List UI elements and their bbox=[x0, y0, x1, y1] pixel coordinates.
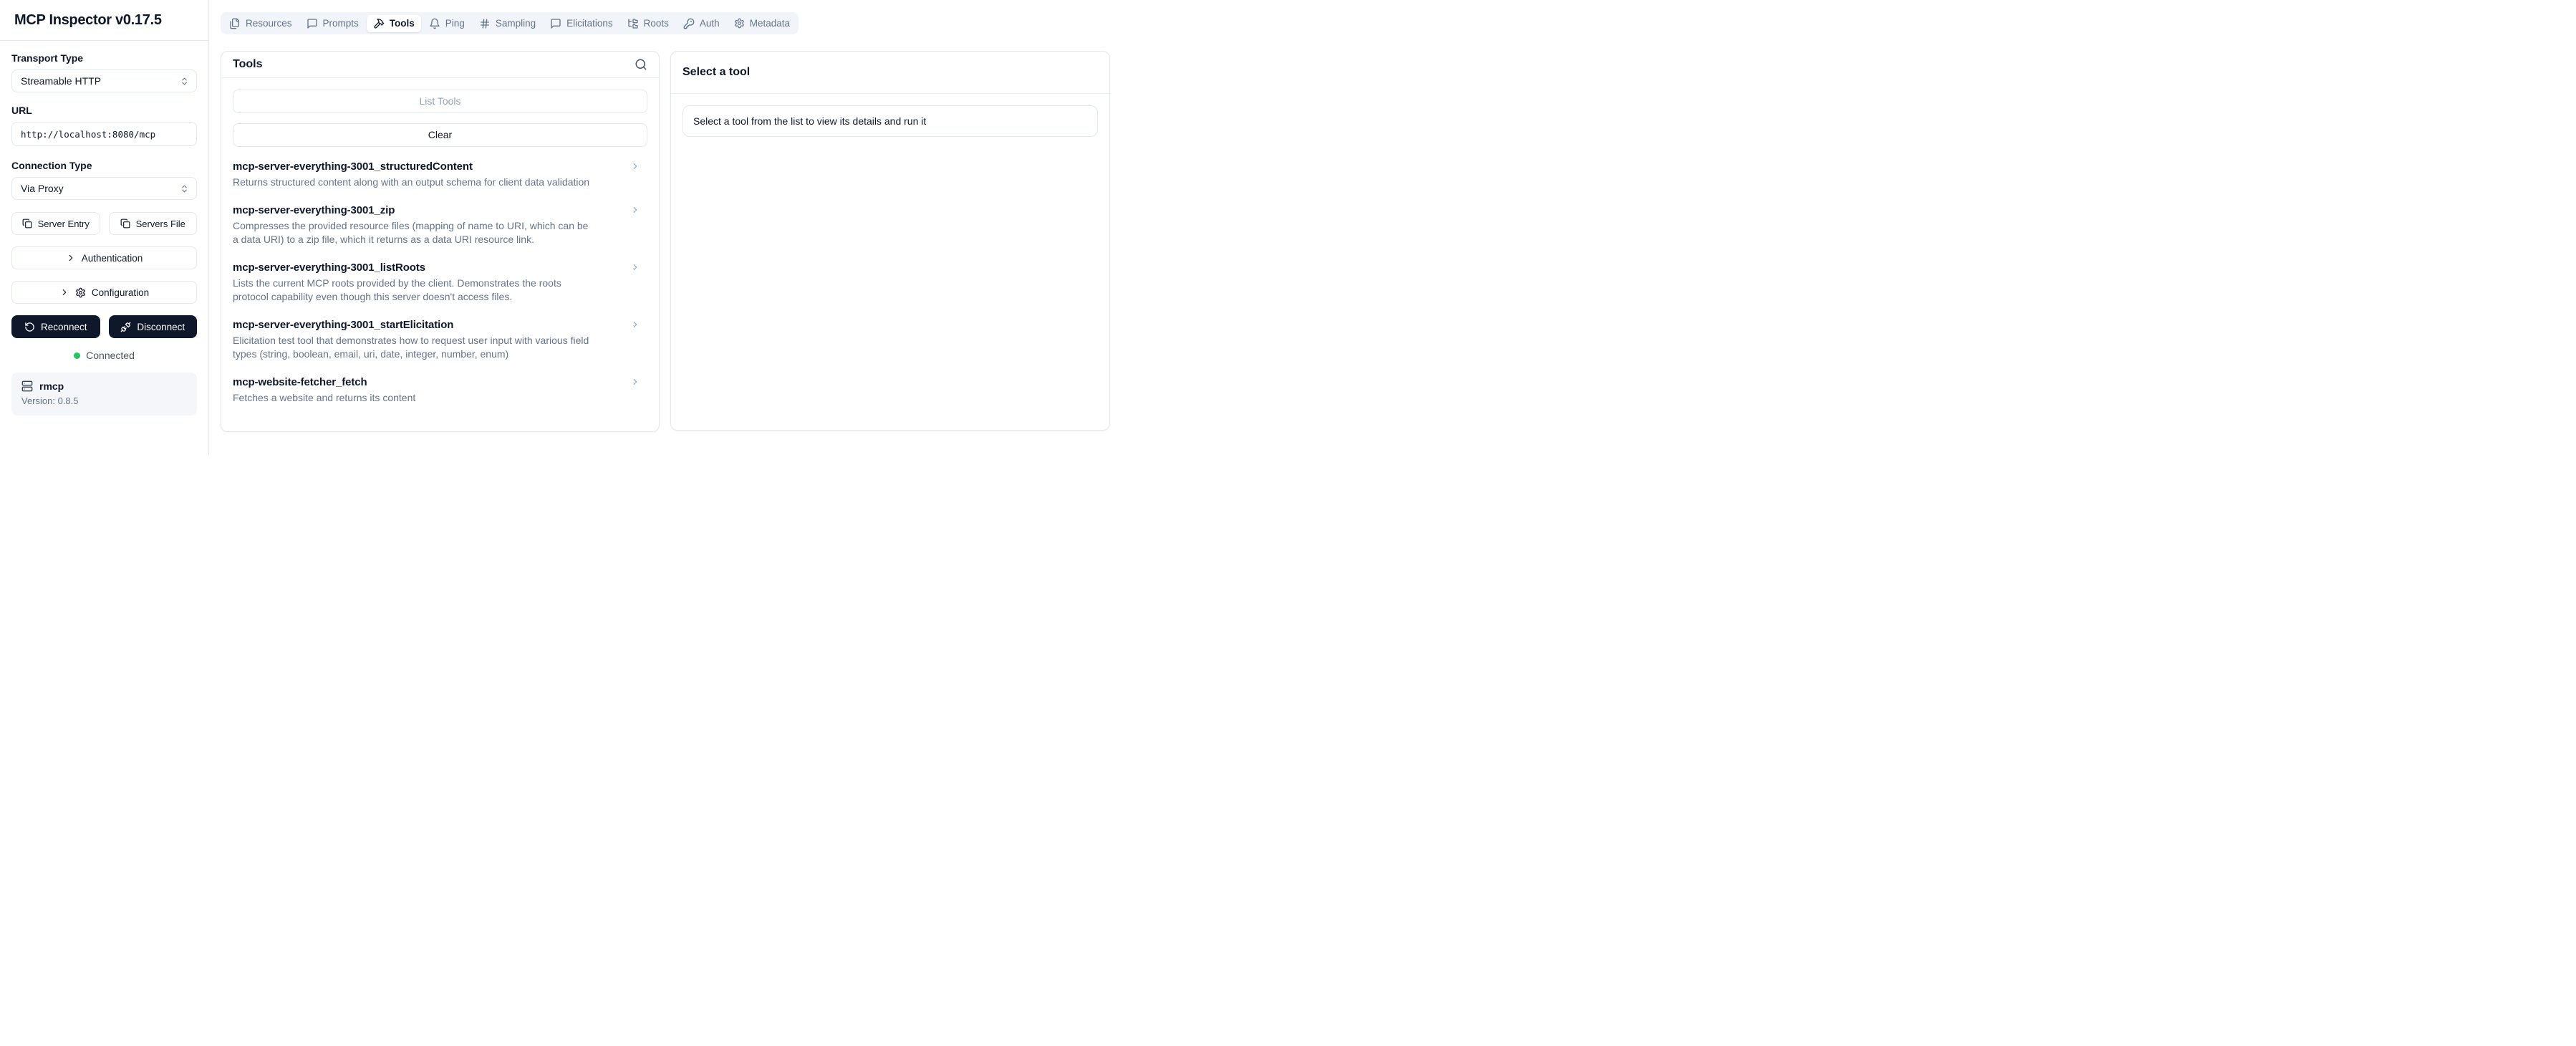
server-info-card: rmcp Version: 0.8.5 bbox=[11, 373, 197, 416]
chevron-right-icon bbox=[59, 287, 69, 297]
tool-detail-header: Select a tool bbox=[671, 52, 1109, 94]
unplug-icon bbox=[120, 322, 131, 332]
tool-name: mcp-server-everything-3001_listRoots bbox=[233, 262, 604, 274]
tool-list-item[interactable]: mcp-server-everything-3001_listRoots Lis… bbox=[233, 262, 647, 304]
key-icon bbox=[683, 18, 695, 29]
chevron-right-icon bbox=[630, 262, 640, 272]
status-dot bbox=[74, 352, 80, 359]
copy-icon bbox=[120, 219, 130, 229]
chevron-right-icon bbox=[66, 253, 76, 263]
connection-type-label: Connection Type bbox=[11, 160, 197, 171]
app-title: MCP Inspector v0.17.5 bbox=[14, 12, 162, 29]
authentication-toggle[interactable]: Authentication bbox=[11, 246, 197, 269]
chevron-right-icon bbox=[630, 377, 640, 387]
tool-detail-body: Select a tool from the list to view its … bbox=[671, 94, 1109, 148]
transport-type-select[interactable]: Streamable HTTP bbox=[11, 69, 197, 92]
tool-detail-title: Select a tool bbox=[682, 66, 750, 79]
connection-type-value: Via Proxy bbox=[21, 183, 64, 194]
url-label: URL bbox=[11, 105, 197, 116]
files-icon bbox=[229, 18, 241, 29]
tab-auth[interactable]: Auth bbox=[677, 15, 726, 32]
gear-icon bbox=[75, 287, 86, 298]
tool-name: mcp-server-everything-3001_zip bbox=[233, 204, 604, 216]
tab-elicitations[interactable]: Elicitations bbox=[544, 15, 619, 32]
clear-button[interactable]: Clear bbox=[233, 123, 647, 147]
tool-list-item[interactable]: mcp-server-everything-3001_structuredCon… bbox=[233, 160, 647, 189]
tabbar: Resources Prompts Tools Ping Sampling El… bbox=[221, 12, 799, 34]
tool-description: Lists the current MCP roots provided by … bbox=[233, 277, 595, 304]
authentication-label: Authentication bbox=[82, 253, 143, 264]
tab-prompts[interactable]: Prompts bbox=[300, 15, 365, 32]
tool-description: Returns structured content along with an… bbox=[233, 176, 595, 189]
copy-icon bbox=[22, 219, 32, 229]
tools-panel-title: Tools bbox=[233, 58, 262, 71]
tab-metadata[interactable]: Metadata bbox=[728, 15, 796, 32]
tools-panel-body: List Tools Clear mcp-server-everything-3… bbox=[221, 78, 659, 431]
servers-file-label: Servers File bbox=[136, 219, 185, 229]
tools-panel-header: Tools bbox=[221, 52, 659, 78]
sidebar-body: Transport Type Streamable HTTP URL Conne… bbox=[0, 41, 208, 416]
hammer-icon bbox=[373, 18, 385, 29]
main-content: Resources Prompts Tools Ping Sampling El… bbox=[209, 0, 1121, 455]
folder-tree-icon bbox=[627, 18, 639, 29]
server-config-buttons: Server Entry Servers File bbox=[11, 212, 197, 235]
rotate-ccw-icon bbox=[24, 322, 35, 332]
tool-description: Elicitation test tool that demonstrates … bbox=[233, 334, 595, 361]
hash-icon bbox=[479, 18, 491, 29]
tool-detail-placeholder: Select a tool from the list to view its … bbox=[682, 105, 1098, 137]
url-input[interactable] bbox=[11, 122, 197, 146]
app-root: MCP Inspector v0.17.5 Transport Type Str… bbox=[0, 0, 1121, 455]
tools-panel: Tools List Tools Clear mcp-server-everyt… bbox=[221, 51, 660, 432]
tool-name: mcp-server-everything-3001_startElicitat… bbox=[233, 319, 604, 331]
chevron-right-icon bbox=[630, 320, 640, 330]
gear-icon bbox=[734, 18, 745, 29]
tool-description: Compresses the provided resource files (… bbox=[233, 219, 595, 246]
server-icon bbox=[21, 380, 33, 392]
configuration-label: Configuration bbox=[92, 287, 149, 298]
tab-tools[interactable]: Tools bbox=[367, 15, 421, 32]
server-name: rmcp bbox=[39, 380, 64, 392]
connection-type-select[interactable]: Via Proxy bbox=[11, 177, 197, 200]
connection-status: Connected bbox=[11, 350, 197, 361]
list-tools-button[interactable]: List Tools bbox=[233, 90, 647, 113]
tool-detail-panel: Select a tool Select a tool from the lis… bbox=[670, 51, 1110, 431]
tool-list-item[interactable]: mcp-website-fetcher_fetch Fetches a webs… bbox=[233, 376, 647, 405]
chevron-right-icon bbox=[630, 205, 640, 215]
tool-list: mcp-server-everything-3001_structuredCon… bbox=[233, 160, 647, 405]
tab-resources[interactable]: Resources bbox=[223, 15, 299, 32]
disconnect-button[interactable]: Disconnect bbox=[109, 315, 198, 338]
server-version: Version: 0.8.5 bbox=[21, 395, 187, 406]
tab-sampling[interactable]: Sampling bbox=[473, 15, 542, 32]
transport-type-value: Streamable HTTP bbox=[21, 75, 101, 87]
sidebar-header: MCP Inspector v0.17.5 bbox=[0, 0, 208, 41]
tab-roots[interactable]: Roots bbox=[621, 15, 675, 32]
message-square-icon bbox=[307, 18, 318, 29]
chevron-right-icon bbox=[630, 161, 640, 171]
tool-name: mcp-website-fetcher_fetch bbox=[233, 376, 604, 388]
tool-list-item[interactable]: mcp-server-everything-3001_startElicitat… bbox=[233, 319, 647, 361]
transport-type-label: Transport Type bbox=[11, 52, 197, 64]
message-square-icon bbox=[550, 18, 561, 29]
tool-name: mcp-server-everything-3001_structuredCon… bbox=[233, 160, 604, 173]
servers-file-button[interactable]: Servers File bbox=[109, 212, 198, 235]
chevrons-up-down-icon bbox=[180, 77, 189, 86]
server-entry-label: Server Entry bbox=[38, 219, 90, 229]
tool-description: Fetches a website and returns its conten… bbox=[233, 391, 595, 405]
configuration-toggle[interactable]: Configuration bbox=[11, 281, 197, 304]
reconnect-button[interactable]: Reconnect bbox=[11, 315, 100, 338]
bell-icon bbox=[429, 18, 440, 29]
sidebar: MCP Inspector v0.17.5 Transport Type Str… bbox=[0, 0, 209, 455]
server-entry-button[interactable]: Server Entry bbox=[11, 212, 100, 235]
tab-ping[interactable]: Ping bbox=[423, 15, 471, 32]
chevrons-up-down-icon bbox=[180, 184, 189, 193]
status-label: Connected bbox=[86, 350, 135, 361]
reconnect-label: Reconnect bbox=[41, 322, 87, 332]
tool-list-item[interactable]: mcp-server-everything-3001_zip Compresse… bbox=[233, 204, 647, 246]
search-icon[interactable] bbox=[635, 58, 647, 71]
connection-buttons: Reconnect Disconnect bbox=[11, 315, 197, 338]
panels: Tools List Tools Clear mcp-server-everyt… bbox=[221, 51, 1110, 432]
disconnect-label: Disconnect bbox=[137, 322, 185, 332]
